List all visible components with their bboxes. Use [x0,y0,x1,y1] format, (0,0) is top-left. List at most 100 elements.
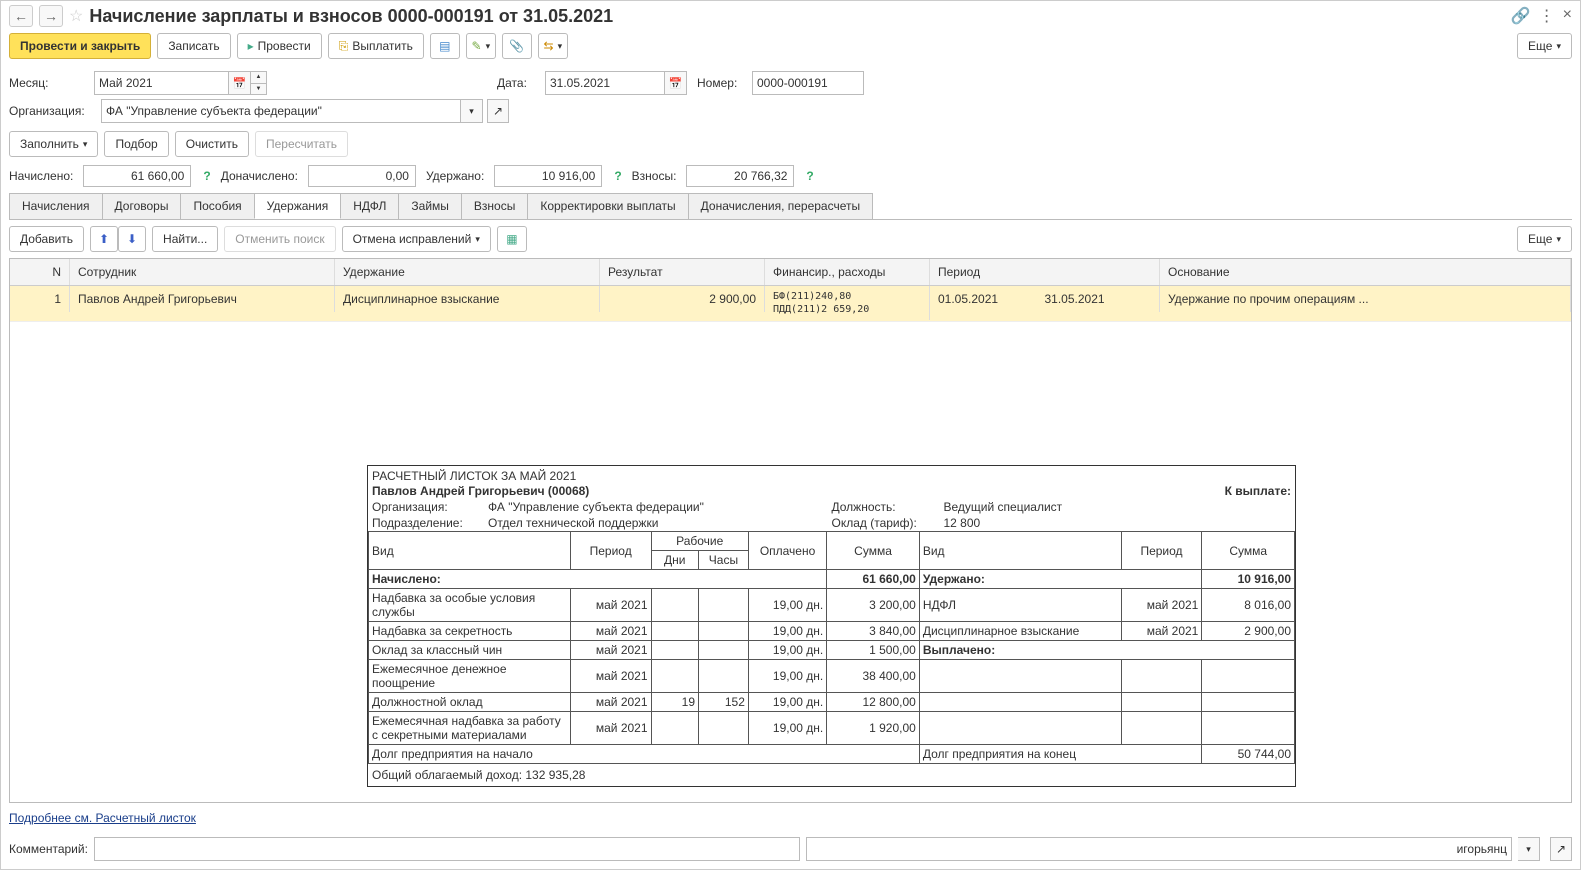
additional-value: 0,00 [308,165,416,187]
org-label: Организация: [9,104,91,118]
comment-label: Комментарий: [9,842,88,856]
table-row[interactable]: 1 Павлов Андрей Григорьевич Дисциплинарн… [10,286,1571,322]
col-n: N [10,259,70,285]
ps-org-label: Организация: [372,500,488,514]
cell-period: 01.05.202131.05.2021 [930,286,1160,312]
accrued-value: 61 660,00 [83,165,191,187]
link-icon[interactable]: 🔗 [1511,6,1531,26]
edit-button[interactable]: ✎▾ [466,33,496,59]
contributions-value: 20 766,32 [686,165,794,187]
tab-benefits[interactable]: Пособия [180,193,254,219]
accrued-label: Начислено: [9,169,73,183]
org-dropdown[interactable]: ▾ [461,99,483,123]
favorite-icon[interactable]: ☆ [69,6,83,26]
cell-employee: Павлов Андрей Григорьевич [70,286,335,312]
responsible-open[interactable]: ↗ [1550,837,1572,861]
recalc-button: Пересчитать [255,131,348,157]
cell-result: 2 900,00 [600,286,765,312]
date-input[interactable]: 31.05.2021 [545,71,665,95]
nav-back-button[interactable]: ← [9,5,33,27]
accrued-help[interactable]: ? [203,169,210,183]
ps-position-label: Должность: [832,500,944,514]
number-label: Номер: [697,76,742,90]
tab-corrections[interactable]: Корректировки выплаты [527,193,688,219]
responsible-dropdown[interactable]: ▾ [1518,837,1540,861]
move-down-button[interactable]: ⬇ [118,226,146,252]
page-title: Начисление зарплаты и взносов 0000-00019… [89,6,613,27]
withheld-label: Удержано: [426,169,484,183]
additional-label: Доначислено: [221,169,298,183]
tab-loans[interactable]: Займы [398,193,462,219]
tab-deductions[interactable]: Удержания [254,193,342,219]
nav-forward-button[interactable]: → [39,5,63,27]
org-input[interactable]: ФА "Управление субъекта федерации" [101,99,461,123]
more-icon[interactable]: ⋮ [1539,6,1555,26]
clip-icon: 📎 [509,39,524,53]
print-button[interactable]: ▤ [430,33,460,59]
col-result: Результат [600,259,765,285]
clear-button[interactable]: Очистить [175,131,249,157]
pencil-icon: ✎ [472,39,482,53]
post-and-close-button[interactable]: Провести и закрыть [9,33,151,59]
add-row-button[interactable]: Добавить [9,226,84,252]
payout-icon: ⎘ [339,39,349,54]
tab-additional[interactable]: Доначисления, перерасчеты [688,193,873,219]
close-icon[interactable]: × [1563,6,1572,26]
ps-position-value: Ведущий специалист [944,500,1134,514]
sub-more-button[interactable]: Еще ▾ [1517,226,1572,252]
contributions-label: Взносы: [632,169,677,183]
org-open-button[interactable]: ↗ [487,99,509,123]
settings-table-button[interactable]: ▦ [497,226,527,252]
comment-input[interactable] [94,837,800,861]
month-down[interactable]: ▼ [251,83,267,96]
withheld-help[interactable]: ? [614,169,621,183]
payslip-popup: РАСЧЕТНЫЙ ЛИСТОК ЗА МАЙ 2021 Павлов Андр… [367,465,1296,787]
payslip-title: РАСЧЕТНЫЙ ЛИСТОК ЗА МАЙ 2021 [368,466,1295,483]
responsible-input[interactable]: игорьянц [806,837,1512,861]
month-label: Месяц: [9,76,84,90]
col-financing: Финансир., расходы [765,259,930,285]
month-input[interactable]: Май 2021 [94,71,229,95]
ps-tariff-label: Оклад (тариф): [832,516,944,530]
cancel-corrections-button[interactable]: Отмена исправлений ▾ [342,226,491,252]
ps-division-label: Подразделение: [372,516,488,530]
month-up[interactable]: ▲ [251,71,267,83]
attach-button[interactable]: 📎 [502,33,532,59]
date-calendar-button[interactable]: 📅 [665,71,687,95]
ps-division-value: Отдел технической поддержки [488,516,832,530]
tab-contracts[interactable]: Договоры [102,193,182,219]
payslip-link[interactable]: Подробнее см. Расчетный листок [9,811,196,825]
cell-financing: БФ(211)240,80 ПДД(211)2 659,20 [765,286,930,320]
ps-tariff-value: 12 800 [944,516,1134,530]
cancel-search-button: Отменить поиск [224,226,335,252]
cell-basis: Удержание по прочим операциям ... [1160,286,1571,312]
pick-button[interactable]: Подбор [104,131,168,157]
cell-n: 1 [10,286,70,312]
col-deduction: Удержание [335,259,600,285]
cell-deduction: Дисциплинарное взыскание [335,286,600,312]
col-basis: Основание [1160,259,1571,285]
payslip-taxable: Общий облагаемый доход: 132 935,28 [368,764,1295,786]
move-up-button[interactable]: ⬆ [90,226,118,252]
find-button[interactable]: Найти... [152,226,218,252]
table-settings-icon: ▦ [506,232,517,246]
col-period: Период [930,259,1160,285]
arrow-up-icon: ⬆ [99,232,109,246]
movements-icon: ⇆ [544,39,554,53]
payout-button[interactable]: ⎘Выплатить [328,33,424,59]
write-button[interactable]: Записать [157,33,230,59]
withheld-value: 10 916,00 [494,165,602,187]
date-label: Дата: [497,76,535,90]
more-button[interactable]: Еще ▾ [1517,33,1572,59]
post-button[interactable]: ▸Провести [237,33,322,59]
month-calendar-button[interactable]: 📅 [229,71,251,95]
arrow-down-icon: ⬇ [127,232,137,246]
fill-button[interactable]: Заполнить ▾ [9,131,98,157]
number-input[interactable]: 0000-000191 [752,71,864,95]
payslip-employee: Павлов Андрей Григорьевич (00068) [372,484,589,498]
tab-contributions[interactable]: Взносы [461,193,528,219]
movements-button[interactable]: ⇆▾ [538,33,568,59]
tab-ndfl[interactable]: НДФЛ [340,193,399,219]
contributions-help[interactable]: ? [806,169,813,183]
tab-accruals[interactable]: Начисления [9,193,103,219]
